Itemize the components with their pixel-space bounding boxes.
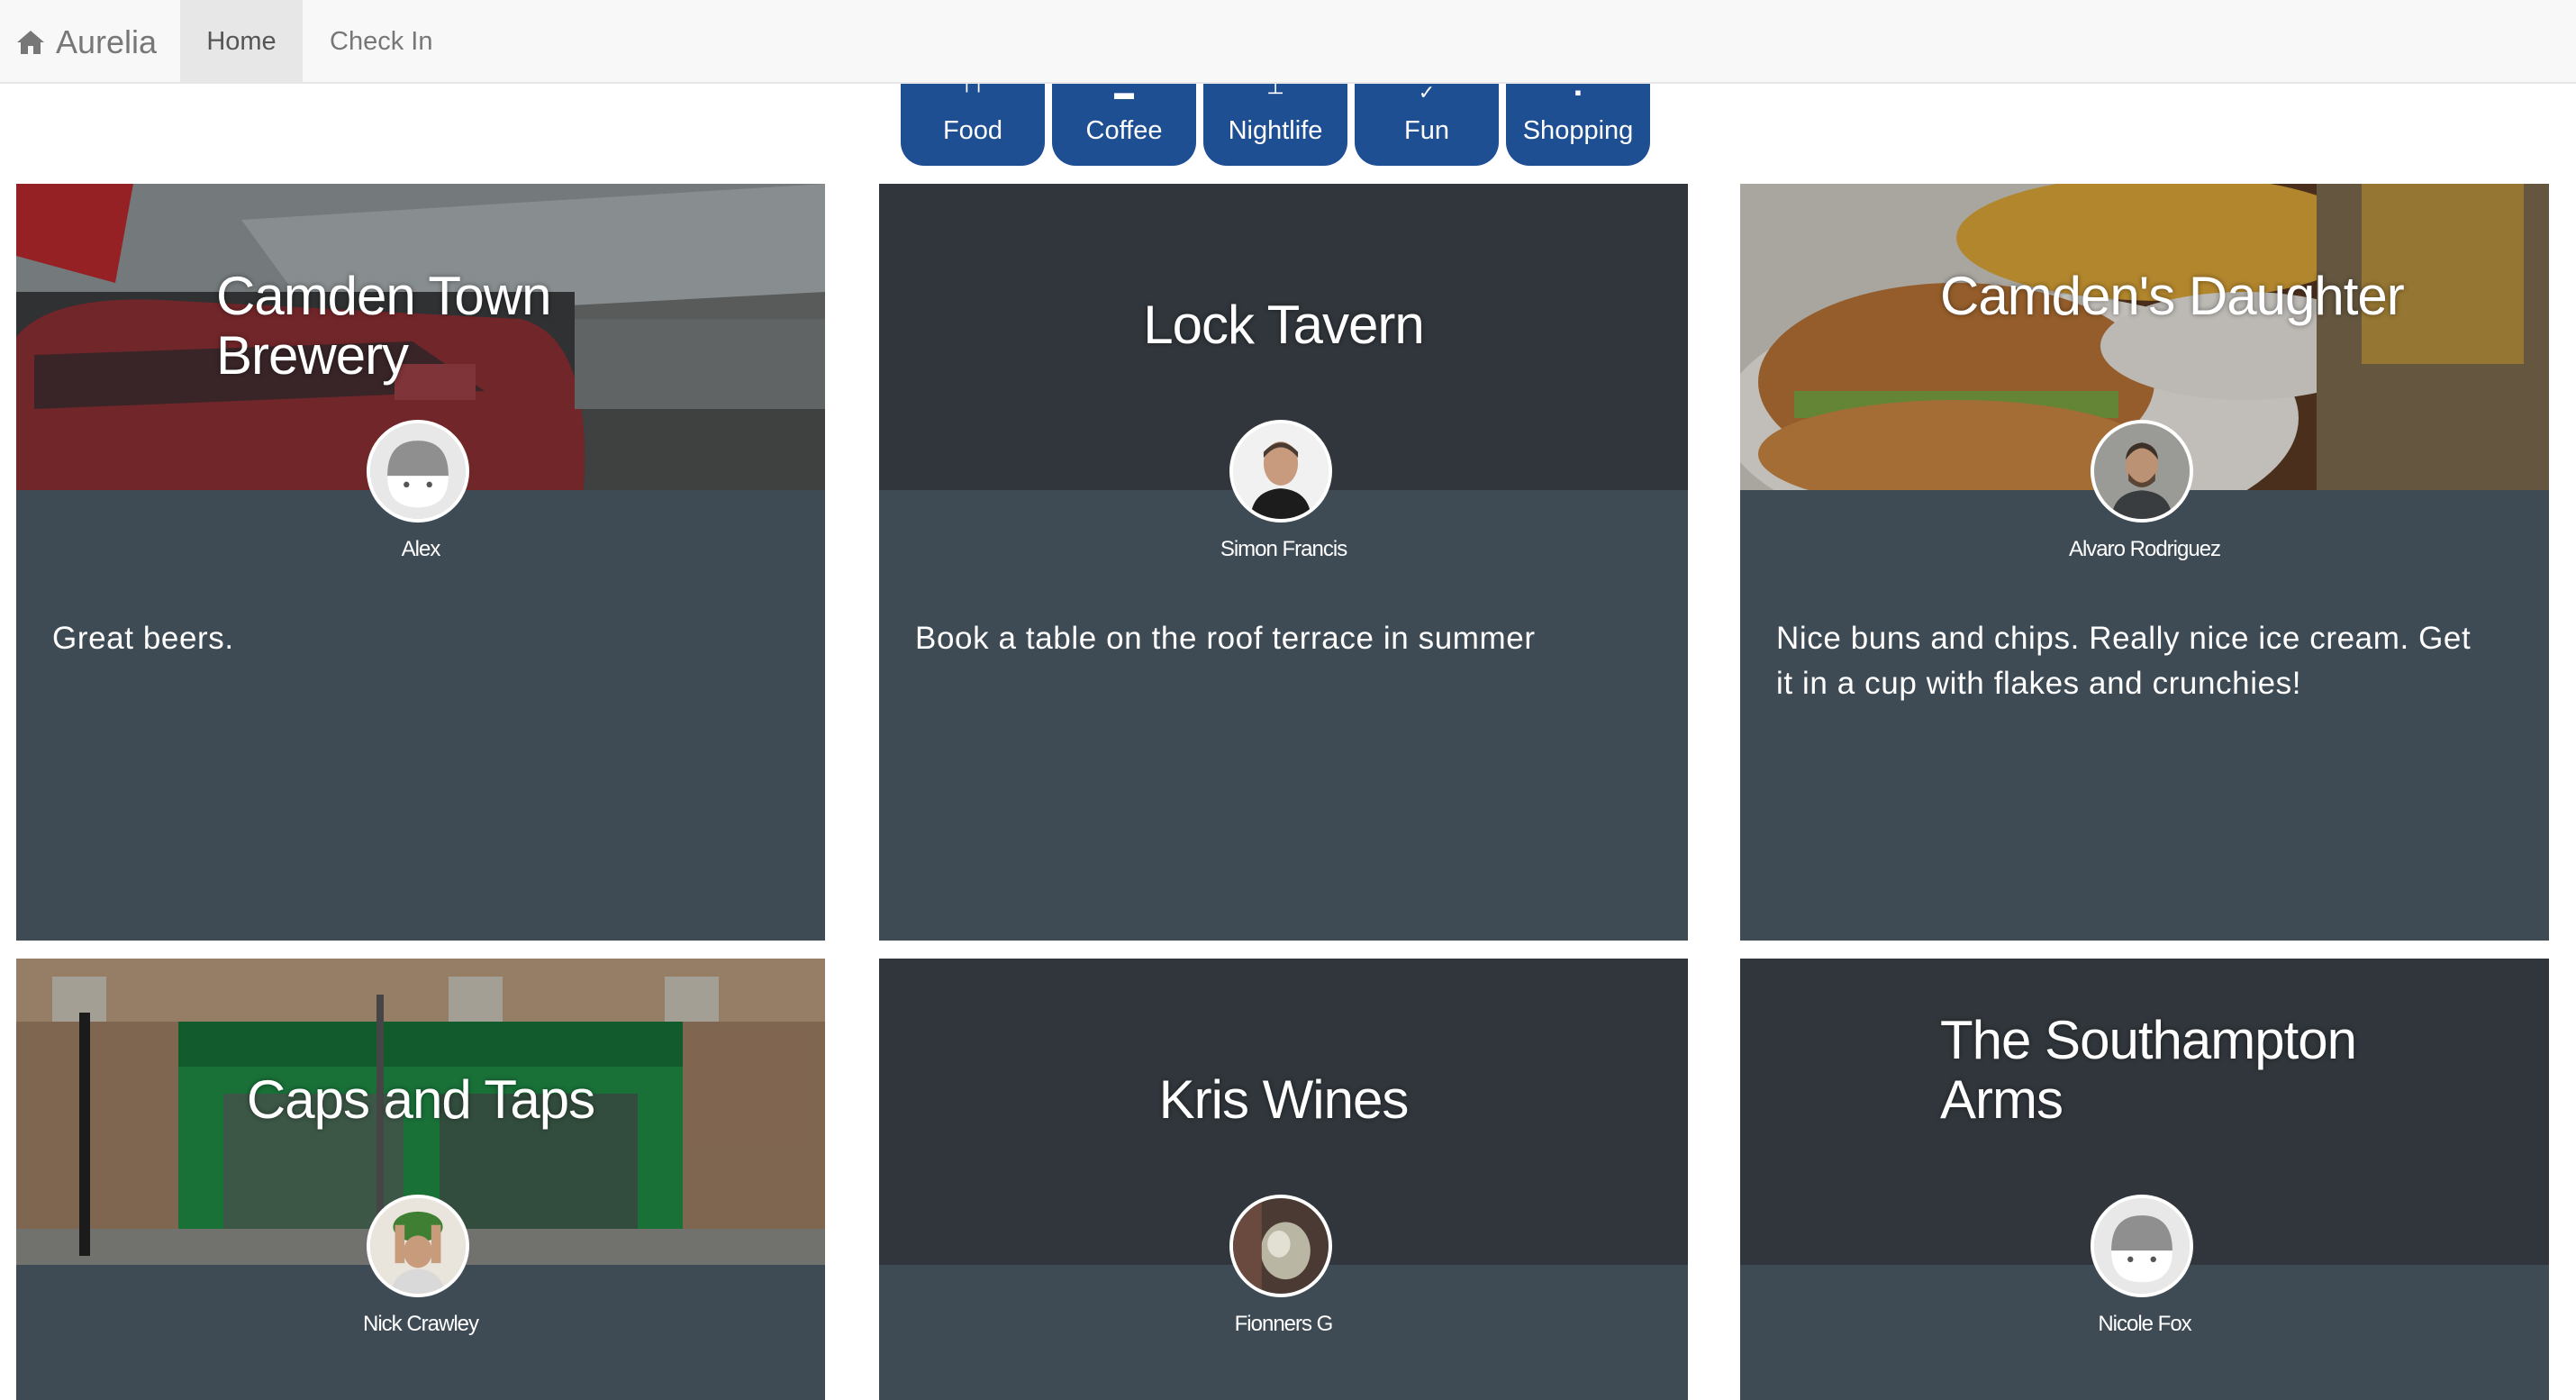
user-name: Nicole Fox	[2098, 1312, 2191, 1336]
place-card[interactable]: Lock Tavern Simon Francis Book a table o…	[879, 184, 1688, 941]
nav-check-in-label: Check In	[330, 27, 433, 56]
nav-check-in[interactable]: Check In	[330, 0, 432, 84]
place-card[interactable]: Kris Wines Fionners G	[879, 959, 1688, 1400]
user-name: Fionners G	[1234, 1312, 1334, 1336]
place-title: Camden's Daughter	[1940, 266, 2405, 326]
place-card[interactable]: Caps and Taps Nick Crawley	[16, 959, 825, 1400]
coffee-cup-icon: ▬	[1114, 81, 1134, 104]
place-title: The Southampton Arms	[1940, 1010, 2357, 1130]
place-card[interactable]: Camden Town Brewery Alex Great beers.	[16, 184, 825, 941]
brand-label: Aurelia	[56, 23, 158, 60]
place-title: Lock Tavern	[1143, 295, 1424, 355]
place-comment: Book a table on the roof terrace in summ…	[915, 621, 1536, 656]
place-card[interactable]: The Southampton Arms Nicole Fox	[1740, 959, 2549, 1400]
user-name: Nick Crawley	[362, 1312, 479, 1336]
top-navbar: Aurelia Home Check In	[0, 0, 2576, 84]
nav-home-label: Home	[206, 27, 277, 56]
fork-knife-icon: ╵╵	[960, 81, 985, 104]
user-photo-avatar[interactable]	[2091, 420, 2193, 523]
cocktail-glass-icon: ┴	[1268, 81, 1283, 104]
brand-link[interactable]: Aurelia	[16, 0, 157, 84]
category-label: Food	[942, 116, 1003, 145]
place-comment: Great beers.	[52, 621, 234, 656]
user-photo-avatar[interactable]	[1229, 420, 1332, 523]
category-label: Fun	[1404, 116, 1449, 145]
category-label: Shopping	[1522, 116, 1634, 145]
user-photo-avatar[interactable]	[1229, 1195, 1332, 1297]
place-title: Caps and Taps	[246, 1069, 595, 1130]
default-avatar-icon[interactable]	[367, 420, 469, 523]
place-card[interactable]: Camden's Daughter Alvaro Rodriguez Nice …	[1740, 184, 2549, 941]
user-name: Alvaro Rodriguez	[2068, 537, 2221, 561]
place-title: Camden Town Brewery	[216, 266, 551, 386]
user-name: Simon Francis	[1220, 537, 1347, 561]
place-title: Kris Wines	[1158, 1069, 1410, 1130]
shopping-bag-icon: ▪	[1574, 81, 1582, 104]
nav-home[interactable]: Home	[180, 0, 303, 84]
category-label: Nightlife	[1228, 116, 1323, 145]
category-label: Coffee	[1085, 116, 1163, 145]
place-comment: Nice buns and chips. Really nice ice cre…	[1776, 621, 2472, 701]
default-avatar-icon[interactable]	[2091, 1195, 2193, 1297]
home-icon	[17, 30, 44, 54]
user-photo-avatar[interactable]	[367, 1195, 469, 1297]
ticket-icon: ✓	[1418, 81, 1436, 104]
user-name: Alex	[401, 537, 441, 561]
